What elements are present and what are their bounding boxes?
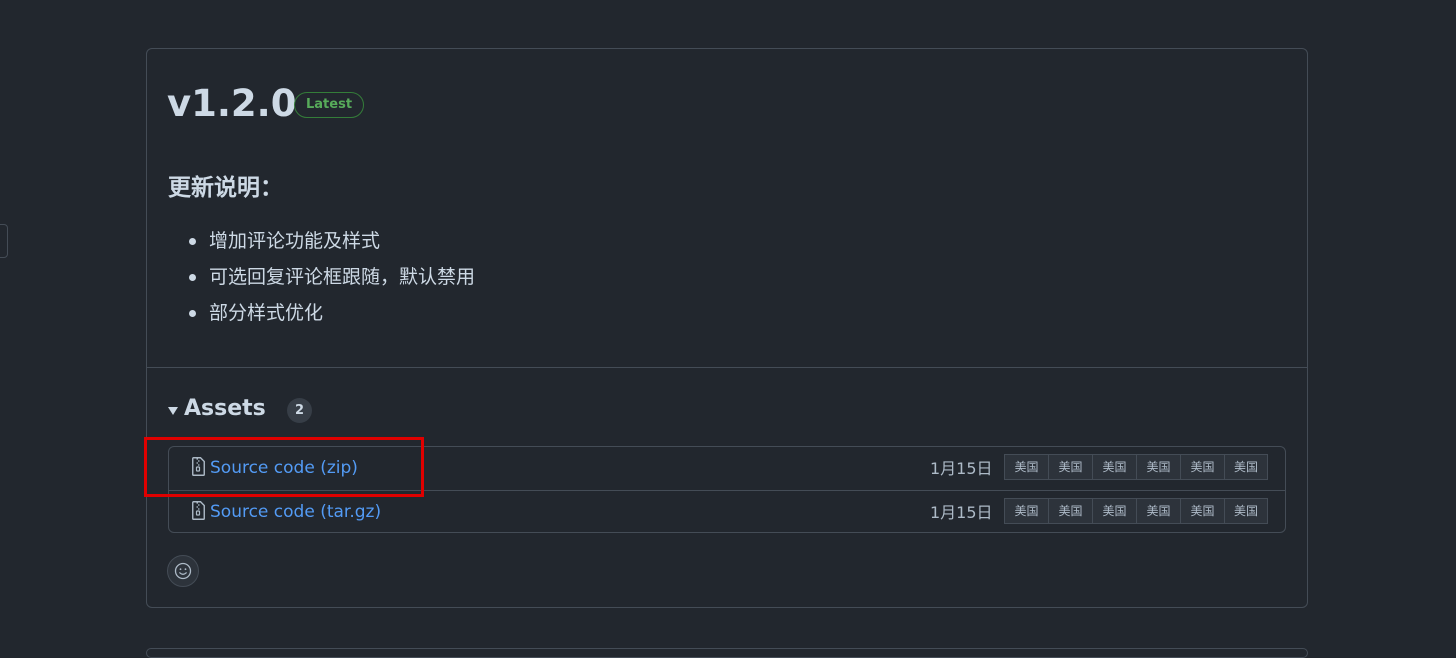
- region-tag[interactable]: 美国: [1180, 454, 1224, 480]
- source-code-zip-link[interactable]: Source code (zip): [210, 447, 358, 490]
- asset-tag-group: 美国 美国 美国 美国 美国 美国: [1004, 498, 1268, 524]
- asset-name: Source code: [210, 458, 315, 478]
- assets-toggle[interactable]: Assets: [168, 393, 266, 425]
- assets-title: Assets: [184, 396, 266, 421]
- next-release-card: [146, 648, 1308, 658]
- latest-badge: Latest: [294, 92, 365, 118]
- asset-row: Source code (tar.gz) 1月15日 美国 美国 美国 美国 美…: [169, 490, 1285, 534]
- region-tag[interactable]: 美国: [1092, 498, 1136, 524]
- region-tag[interactable]: 美国: [1136, 454, 1180, 480]
- add-reaction-button[interactable]: [167, 555, 199, 587]
- file-zip-icon: [192, 501, 205, 520]
- region-tag[interactable]: 美国: [1092, 454, 1136, 480]
- release-body: v1.2.0 Latest 更新说明： 增加评论功能及样式 可选回复评论框跟随，…: [147, 49, 1307, 368]
- asset-ext: (zip): [320, 458, 358, 478]
- asset-list: Source code (zip) 1月15日 美国 美国 美国 美国 美国 美…: [168, 446, 1286, 533]
- caret-down-icon: [168, 406, 178, 415]
- asset-count-badge: 2: [287, 398, 312, 423]
- assets-section: Assets 2 Source code (zip) 1月15日 美国 美国 美…: [147, 368, 1307, 608]
- region-tag[interactable]: 美国: [1004, 454, 1048, 480]
- release-card: v1.2.0 Latest 更新说明： 增加评论功能及样式 可选回复评论框跟随，…: [146, 48, 1308, 608]
- region-tag[interactable]: 美国: [1136, 498, 1180, 524]
- release-note-item: 可选回复评论框跟随，默认禁用: [189, 261, 475, 297]
- release-note-item: 增加评论功能及样式: [189, 225, 475, 261]
- side-panel-tab[interactable]: [0, 224, 8, 258]
- release-notes-list: 增加评论功能及样式 可选回复评论框跟随，默认禁用 部分样式优化: [189, 225, 475, 333]
- region-tag[interactable]: 美国: [1224, 498, 1268, 524]
- source-code-targz-link[interactable]: Source code (tar.gz): [210, 491, 381, 534]
- asset-tag-group: 美国 美国 美国 美国 美国 美国: [1004, 454, 1268, 480]
- file-zip-icon: [192, 457, 205, 476]
- release-note-item: 部分样式优化: [189, 297, 475, 333]
- region-tag[interactable]: 美国: [1048, 454, 1092, 480]
- smiley-icon: [174, 562, 192, 580]
- asset-date: 1月15日: [930, 459, 993, 478]
- asset-name: Source code: [210, 502, 315, 522]
- release-version[interactable]: v1.2.0: [167, 79, 296, 129]
- region-tag[interactable]: 美国: [1004, 498, 1048, 524]
- asset-ext: (tar.gz): [320, 502, 382, 522]
- asset-row: Source code (zip) 1月15日 美国 美国 美国 美国 美国 美…: [169, 447, 1285, 490]
- region-tag[interactable]: 美国: [1180, 498, 1224, 524]
- region-tag[interactable]: 美国: [1224, 454, 1268, 480]
- release-notes-heading: 更新说明：: [168, 175, 283, 201]
- asset-date: 1月15日: [930, 503, 993, 522]
- region-tag[interactable]: 美国: [1048, 498, 1092, 524]
